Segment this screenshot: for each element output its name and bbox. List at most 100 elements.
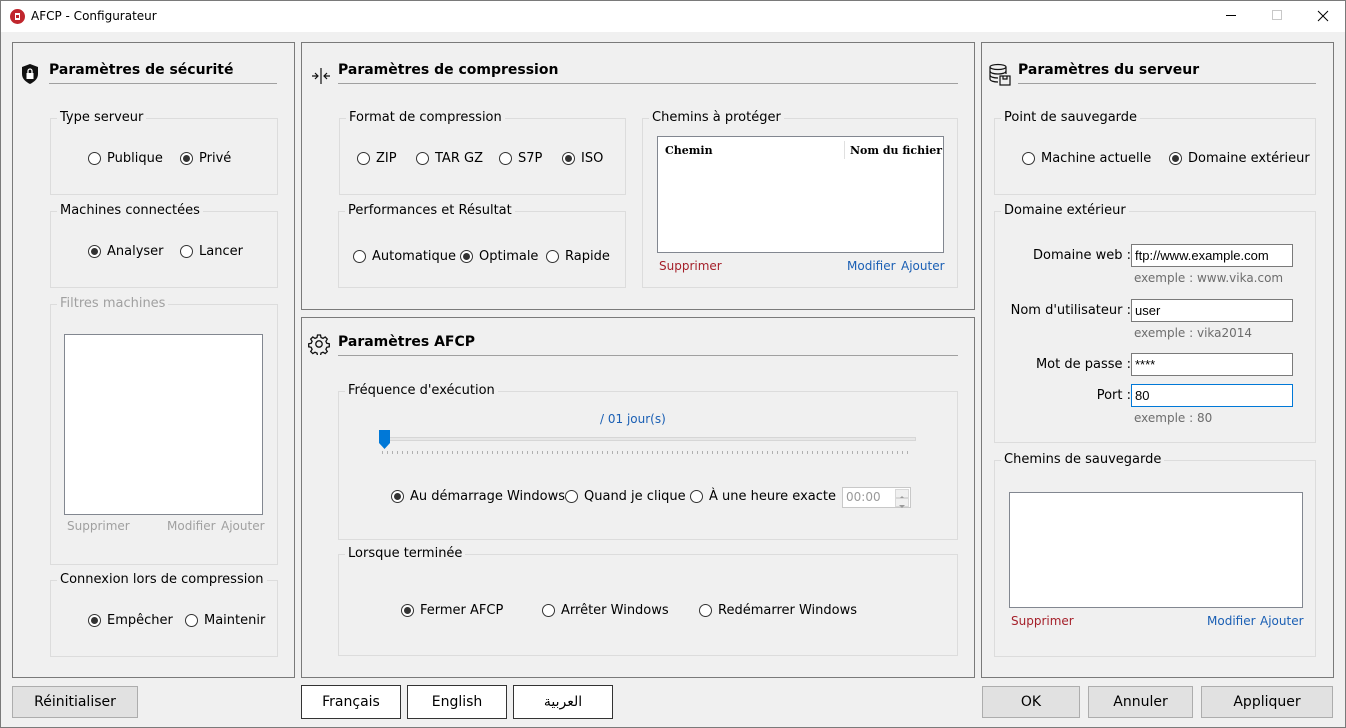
- frequency-value-text: / 01 jour(s): [600, 412, 666, 426]
- radio-indicator: [88, 245, 101, 258]
- machines-group: Machines connectées Analyser Lancer: [50, 203, 278, 288]
- paths-modify-link[interactable]: Modifier: [847, 259, 896, 273]
- radio-s7p[interactable]: S7P: [499, 151, 542, 166]
- radio-iso[interactable]: ISO: [562, 151, 603, 166]
- radio-demarrage-windows[interactable]: Au démarrage Windows: [391, 489, 565, 504]
- frequency-slider[interactable]: [379, 430, 916, 460]
- paths-add-link[interactable]: Ajouter: [901, 259, 945, 273]
- radio-targz[interactable]: TAR GZ: [416, 151, 483, 166]
- radio-optimale[interactable]: Optimale: [460, 249, 538, 264]
- radio-prive[interactable]: Privé: [180, 151, 231, 166]
- radio-quand-je-clique[interactable]: Quand je clique: [565, 489, 686, 504]
- time-value: 00:00: [846, 490, 881, 504]
- radio-rapide[interactable]: Rapide: [546, 249, 610, 264]
- lang-fr-button[interactable]: Français: [301, 685, 401, 719]
- afcp-title-line: [338, 355, 958, 356]
- time-spin-up[interactable]: [895, 489, 909, 499]
- compress-icon: [311, 67, 331, 85]
- format-label: Format de compression: [346, 110, 505, 125]
- radio-indicator: [185, 614, 198, 627]
- radio-lancer[interactable]: Lancer: [180, 244, 243, 259]
- port-hint: exemple : 80: [1134, 411, 1213, 425]
- lock-icon: [21, 63, 39, 85]
- slider-thumb[interactable]: [379, 430, 390, 449]
- radio-zip[interactable]: ZIP: [357, 151, 397, 166]
- ok-button[interactable]: OK: [982, 686, 1080, 718]
- paths-table[interactable]: Chemin Nom du fichier: [657, 136, 944, 253]
- close-icon[interactable]: [1313, 6, 1333, 26]
- filters-modify-link[interactable]: Modifier: [167, 519, 216, 533]
- radio-arreter-windows[interactable]: Arrêter Windows: [542, 603, 669, 618]
- web-domain-input[interactable]: [1131, 244, 1293, 267]
- radio-analyser[interactable]: Analyser: [88, 244, 164, 259]
- radio-machine-actuelle[interactable]: Machine actuelle: [1022, 151, 1151, 166]
- time-picker[interactable]: 00:00: [842, 487, 911, 508]
- title-bar: AFCP - Configurateur: [1, 1, 1345, 32]
- apply-button[interactable]: Appliquer: [1201, 686, 1333, 718]
- server-title-line: [1018, 83, 1316, 84]
- backup-point-group: Point de sauvegarde Machine actuelle Dom…: [994, 110, 1316, 195]
- radio-indicator: [565, 490, 578, 503]
- password-input[interactable]: [1131, 353, 1293, 376]
- port-label: Port :: [1096, 388, 1131, 403]
- connection-label: Connexion lors de compression: [57, 572, 267, 587]
- username-input[interactable]: [1131, 299, 1293, 322]
- radio-maintenir[interactable]: Maintenir: [185, 613, 265, 628]
- radio-empecher[interactable]: Empêcher: [88, 613, 173, 628]
- radio-indicator: [353, 250, 366, 263]
- radio-fermer-afcp[interactable]: Fermer AFCP: [401, 603, 503, 618]
- username-hint: exemple : vika2014: [1134, 326, 1253, 340]
- radio-indicator: [180, 152, 193, 165]
- server-title: Paramètres du serveur: [1018, 62, 1200, 78]
- backup-paths-add-link[interactable]: Ajouter: [1260, 614, 1304, 628]
- radio-publique[interactable]: Publique: [88, 151, 163, 166]
- lang-en-button[interactable]: English: [407, 685, 507, 719]
- app-window: AFCP - Configurateur Paramètres de sécur…: [0, 0, 1346, 728]
- connection-group: Connexion lors de compression Empêcher M…: [50, 572, 278, 657]
- security-panel: Paramètres de sécurité Type serveur Publ…: [12, 42, 295, 678]
- backup-point-label: Point de sauvegarde: [1001, 110, 1141, 125]
- compression-panel: Paramètres de compression Format de comp…: [301, 42, 975, 310]
- web-domain-hint: exemple : www.vika.com: [1134, 271, 1284, 285]
- time-spin-down[interactable]: [895, 498, 909, 508]
- server-type-group: Type serveur Publique Privé: [50, 110, 278, 195]
- server-panel: Paramètres du serveur Point de sauvegard…: [981, 42, 1334, 678]
- radio-indicator: [546, 250, 559, 263]
- gear-icon: [308, 333, 330, 357]
- lang-ar-button[interactable]: العربية: [513, 685, 613, 719]
- radio-indicator: [542, 604, 555, 617]
- external-domain-label: Domaine extérieur: [1001, 203, 1129, 218]
- username-label: Nom d'utilisateur :: [1010, 303, 1131, 318]
- database-icon: [988, 63, 1012, 87]
- filters-list[interactable]: [64, 334, 263, 515]
- maximize-icon[interactable]: [1272, 10, 1282, 20]
- on-finish-group: Lorsque terminée Fermer AFCP Arrêter Win…: [338, 546, 958, 656]
- radio-redemarrer-windows[interactable]: Redémarrer Windows: [699, 603, 857, 618]
- backup-paths-delete-link[interactable]: Supprimer: [1011, 614, 1074, 628]
- filters-delete-link[interactable]: Supprimer: [67, 519, 130, 533]
- radio-automatique[interactable]: Automatique: [353, 249, 456, 264]
- minimize-icon[interactable]: [1226, 15, 1236, 16]
- filters-add-link[interactable]: Ajouter: [221, 519, 265, 533]
- radio-indicator: [391, 490, 404, 503]
- column-header-chemin[interactable]: Chemin: [665, 144, 713, 157]
- radio-heure-exacte[interactable]: À une heure exacte: [690, 489, 836, 504]
- on-finish-label: Lorsque terminée: [345, 546, 466, 561]
- backup-paths-modify-link[interactable]: Modifier: [1207, 614, 1256, 628]
- radio-indicator: [1022, 152, 1035, 165]
- reset-button[interactable]: Réinitialiser: [12, 686, 138, 718]
- radio-domaine-exterieur[interactable]: Domaine extérieur: [1169, 151, 1310, 166]
- cancel-button[interactable]: Annuler: [1088, 686, 1193, 718]
- port-input[interactable]: [1131, 384, 1293, 407]
- security-title-line: [49, 83, 277, 84]
- radio-indicator: [499, 152, 512, 165]
- backup-paths-list[interactable]: [1009, 492, 1303, 608]
- paths-label: Chemins à protéger: [649, 110, 784, 125]
- radio-indicator: [562, 152, 575, 165]
- slider-track: [379, 437, 916, 441]
- paths-delete-link[interactable]: Supprimer: [659, 259, 722, 273]
- compression-title-line: [338, 83, 958, 84]
- radio-indicator: [357, 152, 370, 165]
- column-header-nom-fichier[interactable]: Nom du fichier: [850, 144, 942, 157]
- password-label: Mot de passe :: [1035, 357, 1131, 372]
